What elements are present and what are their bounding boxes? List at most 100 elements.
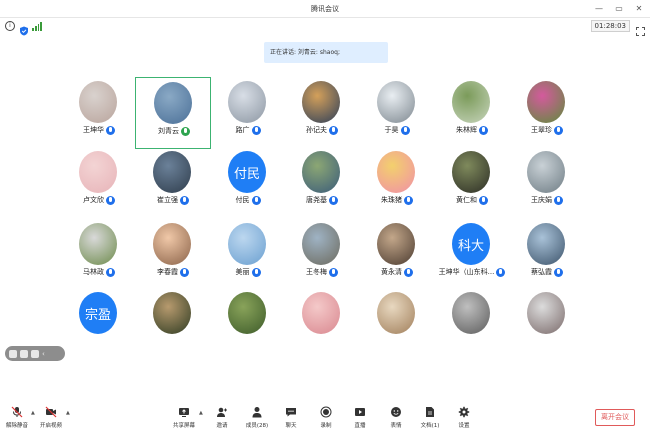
- avatar-initials: 付民: [228, 151, 266, 193]
- view-switcher[interactable]: ‹: [5, 346, 65, 361]
- participant-name: 王冬梅: [306, 268, 327, 276]
- participant-tile[interactable]: [359, 288, 435, 360]
- share-options-caret[interactable]: ▲: [199, 410, 203, 416]
- add-person-icon: [216, 406, 228, 418]
- reactions-button[interactable]: 表情: [379, 406, 413, 432]
- settings-button[interactable]: 设置: [447, 406, 481, 432]
- video-off-icon: [45, 406, 57, 418]
- mic-muted-icon: [106, 267, 115, 277]
- participant-tile[interactable]: [210, 288, 286, 360]
- unmute-button[interactable]: 解除静音: [0, 406, 34, 432]
- avatar: [377, 81, 415, 123]
- participant-tile[interactable]: 朱珠猪: [359, 147, 435, 219]
- participant-name-row: 李春霞: [135, 267, 211, 277]
- participant-tile[interactable]: 孙记夫: [284, 77, 360, 149]
- participant-tile[interactable]: 科大 王坤华（山东科...: [434, 219, 510, 291]
- participant-name-row: 于昊: [359, 125, 435, 135]
- participant-tile[interactable]: 王庆娟: [509, 147, 585, 219]
- share-screen-button[interactable]: 共享屏幕: [167, 406, 201, 432]
- start-video-button[interactable]: 开启视频: [34, 406, 68, 432]
- participant-tile[interactable]: 王坤华: [61, 77, 137, 149]
- mic-muted-icon: [251, 195, 261, 205]
- mic-active-icon: [181, 126, 190, 136]
- fullscreen-icon[interactable]: [636, 21, 645, 36]
- participant-name: 蔡弘霞: [531, 268, 552, 276]
- participant-tile[interactable]: 于昊: [359, 77, 435, 149]
- shield-icon[interactable]: [19, 21, 29, 36]
- avatar: [527, 151, 565, 193]
- avatar: [452, 81, 490, 123]
- participant-name: 唐尧基: [306, 196, 327, 204]
- participant-tile[interactable]: 美丽: [210, 219, 286, 291]
- participant-name-row: 崔立强: [135, 195, 211, 205]
- minimize-button[interactable]: —: [594, 3, 604, 13]
- participant-tile[interactable]: 蔡弘霞: [509, 219, 585, 291]
- avatar: [153, 223, 191, 265]
- grid-view-icon[interactable]: [9, 349, 17, 358]
- participant-tile[interactable]: 路广: [210, 77, 286, 149]
- video-label: 开启视频: [39, 423, 62, 429]
- participant-name: 卢文欣: [83, 196, 104, 204]
- video-options-caret[interactable]: ▲: [66, 410, 70, 416]
- chat-button[interactable]: 聊天: [274, 406, 308, 432]
- mic-muted-icon: [554, 267, 563, 277]
- participant-name-row: 卢文欣: [61, 195, 137, 205]
- close-button[interactable]: ✕: [634, 3, 644, 13]
- participant-name-row: 唐尧基: [284, 195, 360, 205]
- participant-tile[interactable]: 王冬梅: [284, 219, 360, 291]
- invite-button[interactable]: 邀请: [205, 406, 239, 432]
- participant-name: 路广: [235, 126, 250, 134]
- participant-name-row: 王坤华（山东科...: [434, 267, 510, 277]
- avatar: [452, 292, 490, 334]
- participant-name-row: 王翠珍: [509, 125, 585, 135]
- mic-muted-icon: [180, 195, 189, 205]
- participant-tile[interactable]: [434, 288, 510, 360]
- participant-tile[interactable]: 付民 付民: [210, 147, 286, 219]
- participant-tile[interactable]: [284, 288, 360, 360]
- documents-button[interactable]: 文档(1): [413, 406, 447, 432]
- participant-tile[interactable]: [135, 288, 211, 360]
- avatar: [377, 151, 415, 193]
- mic-muted-icon: [251, 267, 261, 277]
- leave-meeting-button[interactable]: 离开会议: [595, 409, 635, 426]
- avatar: [79, 151, 117, 193]
- participant-name: 刘青云: [158, 127, 179, 135]
- participant-name: 崔立强: [157, 196, 178, 204]
- participant-name: 孙记夫: [306, 126, 327, 134]
- participant-name-row: 刘青云: [136, 126, 212, 136]
- live-button[interactable]: 直播: [343, 406, 377, 432]
- participant-tile[interactable]: 黄仁和: [434, 147, 510, 219]
- speaker-view-icon[interactable]: [20, 349, 28, 358]
- participant-name-row: 朱珠猪: [359, 195, 435, 205]
- meeting-window: 腾讯会议 — ▭ ✕ i 01:28:03 正在讲话: 刘青云: shaoq; …: [0, 0, 650, 433]
- documents-label: 文档(1): [420, 423, 440, 429]
- participant-tile[interactable]: 唐尧基: [284, 147, 360, 219]
- participant-tile[interactable]: 李春霞: [135, 219, 211, 291]
- participant-tile[interactable]: 崔立强: [135, 147, 211, 219]
- avatar: [302, 223, 340, 265]
- restore-button[interactable]: ▭: [614, 3, 624, 13]
- participant-tile[interactable]: 马林政: [61, 219, 137, 291]
- participant-name: 朱珠猪: [381, 196, 402, 204]
- participant-tile[interactable]: 宗盈: [61, 288, 137, 360]
- avatar: [154, 82, 192, 124]
- chevron-left-icon[interactable]: ‹: [42, 350, 48, 358]
- settings-label: 设置: [458, 423, 470, 429]
- participant-tile[interactable]: 黄永清: [359, 219, 435, 291]
- signal-icon[interactable]: [32, 21, 42, 31]
- participant-tile[interactable]: 刘青云: [135, 77, 211, 149]
- window-controls: — ▭ ✕: [594, 3, 644, 13]
- avatar: [527, 223, 565, 265]
- participant-name-row: 王坤华: [61, 125, 137, 135]
- participant-tile[interactable]: 朱林辉: [434, 77, 510, 149]
- members-button[interactable]: 成员(28): [240, 406, 274, 432]
- info-icon[interactable]: i: [5, 21, 15, 31]
- record-button[interactable]: 录制: [309, 406, 343, 432]
- bottom-toolbar: 解除静音 ▲ 开启视频 ▲ 共享屏幕 ▲ 邀请 成员(28) 聊天 录制 直播 …: [0, 400, 650, 433]
- share-screen-icon: [178, 406, 190, 418]
- participant-tile[interactable]: 卢文欣: [61, 147, 137, 219]
- live-icon: [354, 406, 366, 418]
- participant-tile[interactable]: [509, 288, 585, 360]
- gallery-view-icon[interactable]: [31, 349, 39, 358]
- participant-tile[interactable]: 王翠珍: [509, 77, 585, 149]
